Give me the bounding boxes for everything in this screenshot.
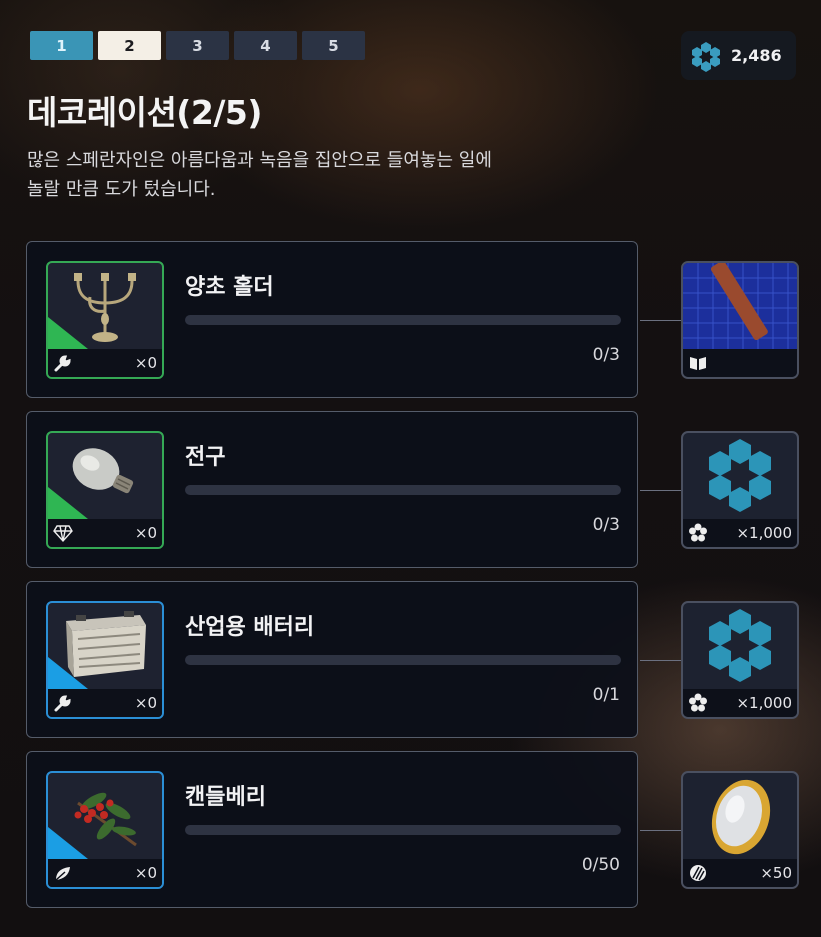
wrench-icon <box>54 355 71 372</box>
coin-icon <box>711 779 771 855</box>
owned-count: ×0 <box>134 354 157 372</box>
progress-text: 0/50 <box>581 855 620 875</box>
progress-bar <box>185 825 621 835</box>
description-line-1: 많은 스페란자인은 아름다움과 녹음을 집안으로 들여놓는 일에 <box>27 150 492 171</box>
item-name: 산업용 배터리 <box>185 615 315 640</box>
item-name: 캔들베리 <box>185 785 266 810</box>
tab-3[interactable]: 3 <box>166 31 229 60</box>
item-thumbnail: ×0 <box>46 431 164 549</box>
item-thumbnail: ×0 <box>46 261 164 379</box>
reward-amount: ×1,000 <box>736 694 792 712</box>
blueprint-icon <box>683 263 797 353</box>
wrench-icon <box>54 695 71 712</box>
item-card-light-bulb[interactable]: ×0 전구 0/3 <box>26 411 638 568</box>
gem-icon <box>53 525 73 543</box>
progress-bar <box>185 655 621 665</box>
reward-slot-hex[interactable]: ×1,000 <box>681 431 799 549</box>
item-name: 전구 <box>185 445 226 470</box>
owned-count: ×0 <box>134 524 157 542</box>
currency-amount: 2,486 <box>731 46 782 65</box>
reward-slot-coin[interactable]: ×50 <box>681 771 799 889</box>
page-title: 데코레이션(2/5) <box>27 93 262 132</box>
tab-4[interactable]: 4 <box>234 31 297 60</box>
connector-line <box>640 320 682 321</box>
page-description: 많은 스페란자인은 아름다움과 녹음을 집안으로 들여놓는 일에 놀랄 만큼 도… <box>27 146 647 204</box>
leaf-icon <box>55 867 70 881</box>
hex-cluster-icon <box>709 609 771 682</box>
hex-cluster-icon <box>709 439 771 512</box>
book-icon <box>690 357 706 370</box>
item-card-candleberry[interactable]: ×0 캔들베리 0/50 <box>26 751 638 908</box>
tab-5[interactable]: 5 <box>302 31 365 60</box>
progress-text: 0/1 <box>592 685 620 705</box>
reward-amount: ×50 <box>760 864 792 882</box>
reward-slot-blueprint[interactable] <box>681 261 799 379</box>
coin-stripe-icon <box>690 865 706 881</box>
connector-line <box>640 830 682 831</box>
item-card-candle-holder[interactable]: ×0 양초 홀더 0/3 <box>26 241 638 398</box>
connector-line <box>640 660 682 661</box>
item-name: 양초 홀더 <box>185 275 274 300</box>
connector-line <box>640 490 682 491</box>
flower-icon <box>689 523 707 542</box>
tab-2[interactable]: 2 <box>98 31 161 60</box>
item-thumbnail: ×0 <box>46 601 164 719</box>
stage-tabs: 1 2 3 4 5 <box>30 31 365 60</box>
reward-amount: ×1,000 <box>736 524 792 542</box>
hex-cluster-icon <box>692 41 720 72</box>
tab-1[interactable]: 1 <box>30 31 93 60</box>
item-thumbnail: ×0 <box>46 771 164 889</box>
owned-count: ×0 <box>134 694 157 712</box>
progress-bar <box>185 315 621 325</box>
owned-count: ×0 <box>134 864 157 882</box>
progress-text: 0/3 <box>592 515 620 535</box>
currency-display: 2,486 <box>681 31 796 80</box>
reward-slot-hex[interactable]: ×1,000 <box>681 601 799 719</box>
progress-bar <box>185 485 621 495</box>
item-card-industrial-battery[interactable]: ×0 산업용 배터리 0/1 <box>26 581 638 738</box>
progress-text: 0/3 <box>592 345 620 365</box>
flower-icon <box>689 693 707 712</box>
description-line-2: 놀랄 만큼 도가 텄습니다. <box>27 179 216 200</box>
